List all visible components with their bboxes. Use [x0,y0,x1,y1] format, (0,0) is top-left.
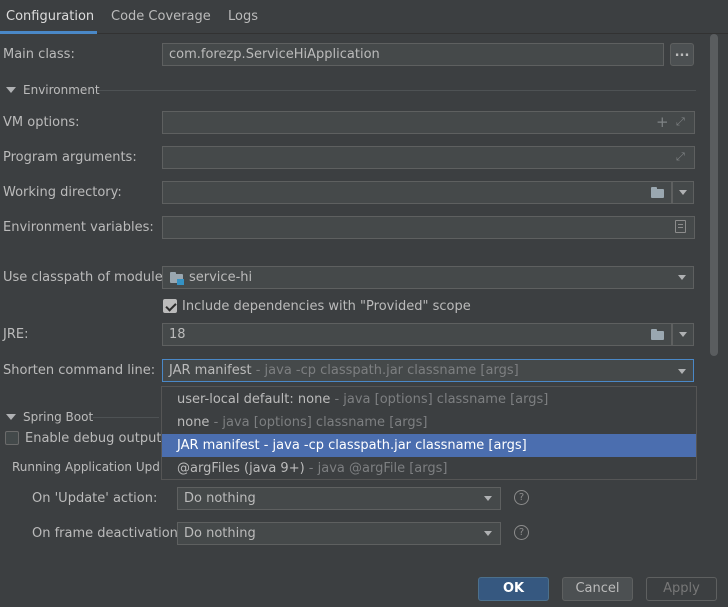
chevron-down-icon [679,190,687,195]
jre-field[interactable]: 18 [162,323,672,346]
on-frame-deactivation-select[interactable]: Do nothing [177,522,501,545]
popup-option-jar-manifest[interactable]: JAR manifest - java -cp classpath.jar cl… [162,434,696,457]
classpath-module-select[interactable]: service-hi [162,266,694,289]
document-icon[interactable] [675,220,686,233]
tab-configuration[interactable]: Configuration [6,0,94,34]
running-application-update-title: Running Application Update [12,460,160,474]
on-update-action-label: On 'Update' action: [32,491,158,506]
folder-icon[interactable] [651,187,664,198]
help-icon[interactable]: ? [514,490,529,505]
collapse-spring-boot-icon[interactable] [6,414,16,420]
option-main-text: none [177,415,210,430]
enable-debug-output-checkbox[interactable] [5,431,19,445]
add-icon[interactable]: + [656,115,669,130]
vertical-scrollbar[interactable] [710,34,718,356]
chevron-down-icon [679,332,687,337]
popup-option-argfiles[interactable]: @argFiles (java 9+) - java @argFile [arg… [162,457,696,480]
chevron-down-icon[interactable] [678,369,686,374]
on-frame-deactivation-label: On frame deactivation: [32,526,183,541]
include-dependencies-label: Include dependencies with "Provided" sco… [182,299,471,314]
browse-main-class-button[interactable]: ... [670,43,694,66]
divider [97,90,696,91]
spring-boot-section-title: Spring Boot [23,410,94,424]
chevron-down-icon[interactable] [484,496,492,501]
chevron-down-icon[interactable] [484,531,492,536]
program-arguments-label: Program arguments: [3,150,137,165]
classpath-module-label: Use classpath of module: [3,270,168,285]
option-sub-text: - java [options] classname [args] [330,392,549,407]
working-directory-field[interactable] [162,181,672,204]
module-badge-icon [177,279,184,285]
expand-icon[interactable]: ⤢ [676,150,685,164]
jre-label: JRE: [3,327,29,342]
apply-button[interactable]: Apply [646,577,717,601]
help-icon[interactable]: ? [514,525,529,540]
jre-dropdown-button[interactable] [672,323,694,346]
cancel-button[interactable]: Cancel [562,577,633,601]
tab-bar: Configuration Code Coverage Logs [0,0,728,34]
environment-variables-label: Environment variables: [3,220,154,235]
option-main-text: user-local default: none [177,392,331,407]
working-directory-label: Working directory: [3,185,122,200]
shorten-command-line-select[interactable]: JAR manifest - java -cp classpath.jar cl… [162,359,694,382]
popup-option-none[interactable]: none - java [options] classname [args] [162,411,696,434]
ok-button[interactable]: OK [478,577,549,601]
chevron-down-icon[interactable] [678,275,686,280]
vm-options-label: VM options: [3,115,80,130]
tab-logs[interactable]: Logs [228,0,258,34]
working-directory-dropdown-button[interactable] [672,181,694,204]
option-main-text: @argFiles (java 9+) [177,461,305,476]
option-main-text: JAR manifest - java -cp classpath.jar cl… [177,438,527,453]
vm-options-field[interactable] [162,111,695,134]
shorten-value-main: JAR manifest [169,363,252,378]
option-sub-text: - java [options] classname [args] [209,415,428,430]
main-class-field[interactable]: com.forezp.ServiceHiApplication [162,43,664,66]
include-dependencies-checkbox[interactable] [163,299,177,313]
main-class-label: Main class: [3,47,75,62]
popup-option-user-local-default[interactable]: user-local default: none - java [options… [162,388,696,411]
expand-icon[interactable]: ⤢ [676,115,685,129]
shorten-command-line-popup: user-local default: none - java [options… [161,386,697,480]
environment-section-title: Environment [23,83,100,97]
divider [93,417,159,418]
shorten-value-sub: - java -cp classpath.jar classname [args… [251,363,519,378]
shorten-command-line-label: Shorten command line: [3,363,156,378]
active-tab-indicator [0,31,97,34]
environment-variables-field[interactable] [162,216,695,239]
on-update-action-select[interactable]: Do nothing [177,487,501,510]
folder-icon[interactable] [651,329,664,340]
collapse-environment-icon[interactable] [6,87,16,93]
tab-code-coverage[interactable]: Code Coverage [111,0,211,34]
program-arguments-field[interactable] [162,146,695,169]
enable-debug-output-label: Enable debug output [25,431,162,446]
option-sub-text: - java @argFile [args] [304,461,448,476]
